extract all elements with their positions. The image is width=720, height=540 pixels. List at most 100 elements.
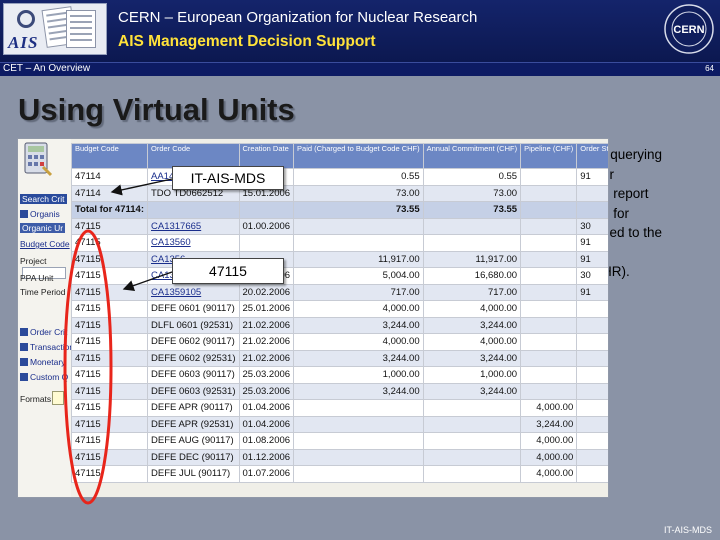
cell-budget-code: 47115: [71, 432, 148, 450]
cell-paid: 1,000.00: [293, 366, 424, 384]
sidebar-formats: Formats: [20, 394, 52, 404]
cell-annual-commitment: 4,000.00: [422, 300, 522, 318]
table-row: 47115 DEFE APR (90117) 01.04.2006 4,000.00: [71, 399, 608, 417]
expand-icon: [20, 210, 28, 218]
cell-creation-date: 01.04.2006: [238, 399, 295, 417]
cell-paid: 3,244.00: [293, 382, 424, 400]
cell-order-status: [576, 300, 608, 318]
cell-annual-commitment: 4,000.00: [422, 333, 522, 351]
calculator-icon: [24, 142, 53, 177]
body-text-line: HR).: [602, 264, 630, 279]
column-header-order-code[interactable]: Order Code: [147, 143, 240, 169]
cell-paid: [293, 415, 424, 433]
slide-header: AIS CERN – European Organization for Nuc…: [0, 0, 720, 62]
cell-budget-code: 47115: [71, 250, 148, 268]
cell-pipeline: [520, 168, 578, 186]
table-row: 47115 DEFE 0602 (90117) 21.02.2006 4,000.00…: [71, 333, 608, 351]
cell-budget-code: 47115: [71, 366, 148, 384]
cell-order-status: [576, 349, 608, 367]
cell-pipeline: [520, 349, 578, 367]
table-row: 47115 DEFE 0603 (90117) 25.03.2006 1,000.00…: [71, 366, 608, 384]
formats-selector[interactable]: [52, 391, 64, 405]
cell-pipeline: [520, 250, 578, 268]
cell-annual-commitment: 3,244.00: [422, 382, 522, 400]
cell-paid: [293, 234, 424, 252]
cell-order-code: DEFE JUL (90117): [147, 465, 240, 483]
column-header-creation-date[interactable]: Creation Date: [238, 143, 295, 169]
table-header-row: Budget Code Order Code Creation Date Pai…: [71, 143, 608, 169]
body-text: r querying or e report n for ged to the …: [602, 145, 720, 282]
body-text-line: [602, 243, 720, 263]
body-text-line: n for: [602, 205, 630, 221]
cell-annual-commitment: 1,000.00: [422, 366, 522, 384]
cell-order-code: DEFE APR (90117): [147, 399, 240, 417]
cell-budget-code: 47115: [71, 382, 148, 400]
cell-annual-commitment: 11,917.00: [422, 250, 522, 268]
table-row: 47115 DEFE DEC (90117) 01.12.2006 4,000.00: [71, 448, 608, 466]
cell-budget-code: 47115: [71, 234, 148, 252]
cell-pipeline: 4,000.00: [520, 448, 578, 466]
footer-label: IT-AIS-MDS: [663, 525, 712, 535]
cell-annual-commitment: 0.55: [422, 168, 522, 186]
sidebar-order-criteria[interactable]: Order Crit: [20, 327, 67, 337]
cell-pipeline: [520, 234, 578, 252]
expand-icon: [20, 328, 28, 336]
sidebar-budget-code[interactable]: Budget Code: [20, 239, 70, 249]
section-bar: CET – An Overview 64: [0, 62, 720, 76]
cell-paid: [293, 465, 424, 483]
column-header-pipeline[interactable]: Pipeline (CHF): [520, 143, 578, 169]
table-row: 47115 DEFE JUL (90117) 01.07.2006 4,000.00: [71, 465, 608, 483]
cell-creation-date: [238, 201, 295, 219]
cell-creation-date: 01.07.2006: [238, 465, 295, 483]
cern-logo-text: CERN: [673, 24, 704, 36]
table-row: 47114 AA1414 0.55 0.55 91: [71, 168, 608, 186]
table-row: 47115 DLFL 0601 (92531) 21.02.2006 3,244.00…: [71, 316, 608, 334]
cell-order-code: DEFE 0602 (92531): [147, 349, 240, 367]
org-title: CERN – European Organization for Nuclear…: [118, 9, 478, 26]
column-header-order-status[interactable]: Order Status: [576, 143, 608, 169]
cell-creation-date: 21.02.2006: [238, 333, 295, 351]
ais-logo: AIS: [3, 3, 107, 55]
table-row: 47115 DEFE APR (92531) 01.04.2006 3,244.00: [71, 415, 608, 433]
cell-budget-code: 47115: [71, 448, 148, 466]
sidebar-transaction[interactable]: Transaction: [20, 342, 74, 352]
cell-creation-date: 21.02.2006: [238, 349, 295, 367]
cell-order-code[interactable]: CA1359105: [147, 283, 240, 301]
cell-order-status: [576, 333, 608, 351]
cell-annual-commitment: 16,680.00: [422, 267, 522, 285]
cell-paid: [293, 432, 424, 450]
sidebar-item-label: Monetary: [30, 357, 66, 367]
cell-order-status: 30: [576, 267, 608, 285]
column-header-budget-code[interactable]: Budget Code: [71, 143, 148, 169]
cell-annual-commitment: [422, 432, 522, 450]
cell-order-status: [576, 382, 608, 400]
body-text-line: r querying: [602, 147, 663, 162]
body-text-line: ged to the: [602, 225, 663, 240]
report-window: Search Crit Organis Organic Ur Budget Co…: [17, 138, 609, 498]
column-header-paid[interactable]: Paid (Charged to Budget Code CHF): [293, 143, 424, 169]
sidebar-project: Project: [20, 256, 47, 266]
cell-order-status: [576, 201, 608, 219]
sidebar-monetary[interactable]: Monetary: [20, 357, 65, 367]
cell-order-code: DEFE DEC (90117): [147, 448, 240, 466]
sidebar-organic-unit[interactable]: Organic Ur: [20, 223, 66, 233]
cell-pipeline: [520, 316, 578, 334]
cell-order-code[interactable]: CA1317665: [147, 217, 240, 235]
cell-creation-date: 25.01.2006: [238, 300, 295, 318]
table-row: 47115 CA1317665 01.00.2006 30: [71, 217, 608, 235]
sidebar-custom-query[interactable]: Custom Q: [20, 372, 68, 382]
cell-order-code[interactable]: CA13560: [147, 234, 240, 252]
header-subtitle: AIS Management Decision Support: [118, 33, 376, 50]
table-row: 47115 CA13560 91: [71, 234, 608, 252]
cell-order-status: [576, 366, 608, 384]
sidebar-item-label: Transaction: [30, 342, 75, 352]
cell-order-status: 91: [576, 234, 608, 252]
sidebar-search-criteria[interactable]: Search Crit: [20, 194, 67, 204]
sidebar-organis[interactable]: Organis: [20, 209, 60, 219]
cell-paid: 4,000.00: [293, 300, 424, 318]
cell-order-code: [147, 201, 240, 219]
callout-47115: 47115: [172, 258, 284, 284]
column-header-annual-commitment[interactable]: Annual Commitment (CHF): [422, 143, 522, 169]
magnifier-icon: [17, 10, 35, 28]
cell-pipeline: 4,000.00: [520, 399, 578, 417]
